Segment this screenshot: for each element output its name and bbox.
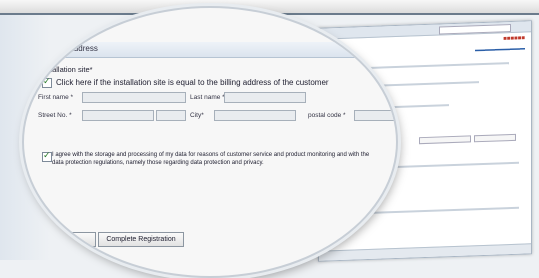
header-link[interactable]: ▬▬▬▬▬▬▬▬▬▬: [475, 46, 525, 54]
magnifier-lens: Shipping address Installation site* Clic…: [22, 6, 398, 278]
last-name-label: Last name *: [190, 94, 225, 101]
consent-text: I agree with the storage and processing …: [52, 152, 370, 166]
brand-logo: ■■■■■■: [503, 35, 525, 43]
same-as-billing-label: Click here if the installation site is e…: [56, 78, 329, 87]
last-name-input[interactable]: [224, 92, 306, 103]
house-number-input[interactable]: [156, 110, 186, 121]
street-input[interactable]: [82, 110, 154, 121]
first-name-input[interactable]: [82, 92, 186, 103]
postal-code-label: postal code *: [308, 112, 346, 119]
city-label: City*: [190, 112, 204, 119]
installation-site-title: Installation site*: [40, 65, 93, 74]
city-input[interactable]: [214, 110, 296, 121]
street-label: Street No. *: [38, 112, 72, 119]
postal-code-input[interactable]: [354, 110, 396, 121]
same-as-billing-checkbox[interactable]: [42, 76, 52, 88]
section-title: Shipping address: [36, 44, 98, 53]
back-button[interactable]: [64, 232, 96, 247]
background-input[interactable]: [419, 135, 471, 145]
section-header: Shipping address: [24, 42, 396, 58]
first-name-label: First name *: [38, 94, 74, 101]
consent-checkbox[interactable]: [42, 150, 52, 162]
complete-registration-button[interactable]: Complete Registration: [98, 232, 184, 247]
background-input[interactable]: [474, 133, 516, 143]
